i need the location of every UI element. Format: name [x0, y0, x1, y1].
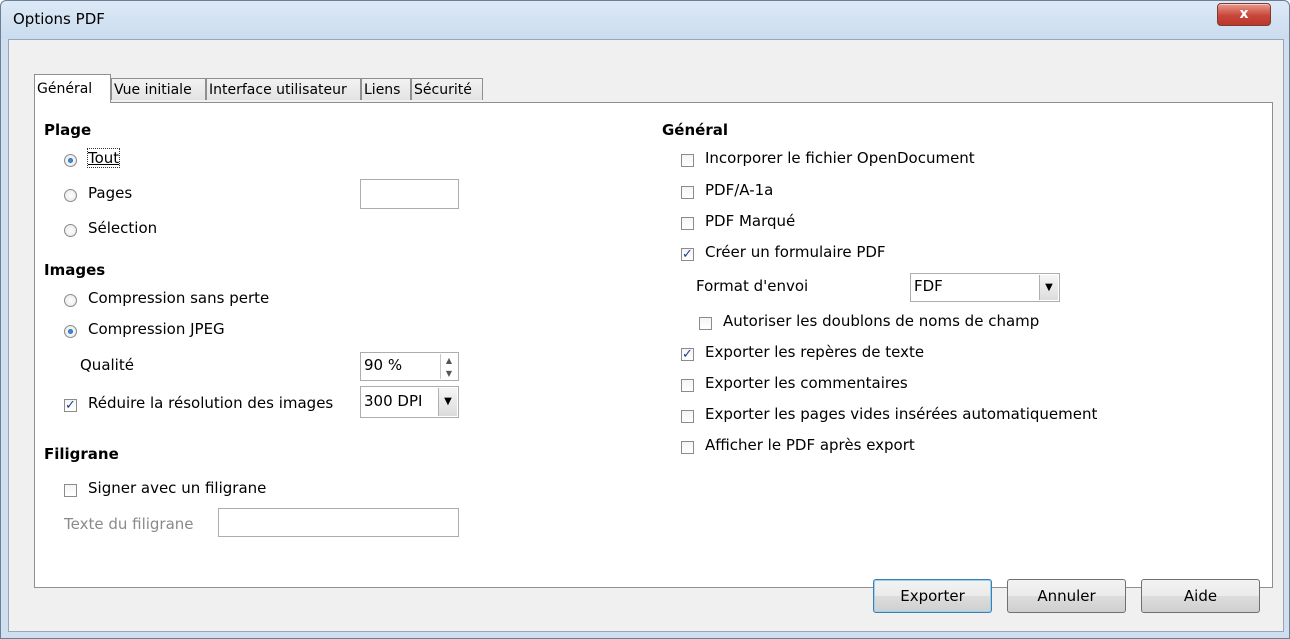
- create-pdf-form-checkbox[interactable]: ✓: [681, 248, 694, 261]
- dialog-title: Options PDF: [13, 10, 105, 28]
- allow-duplicate-names-checkbox[interactable]: [699, 317, 712, 330]
- quality-spin-buttons[interactable]: ▲ ▼: [440, 354, 457, 379]
- general-tab-panel: Plage Tout Pages Sélection Images Compre…: [34, 102, 1273, 588]
- export-bookmarks-checkbox[interactable]: ✓: [681, 348, 694, 361]
- export-comments-label[interactable]: Exporter les commentaires: [705, 374, 908, 392]
- allow-duplicate-names-label[interactable]: Autoriser les doublons de noms de champ: [723, 312, 1039, 330]
- embed-opendocument-checkbox[interactable]: [681, 154, 694, 167]
- tab-general-label: Général: [37, 81, 93, 97]
- dialog-body: Général Vue initiale Interface utilisate…: [8, 39, 1284, 632]
- lossless-compression-label[interactable]: Compression sans perte: [88, 289, 269, 307]
- close-button[interactable]: x: [1217, 3, 1271, 26]
- jpeg-compression-radio[interactable]: [64, 325, 77, 338]
- lossless-compression-radio[interactable]: [64, 294, 77, 307]
- help-button[interactable]: Aide: [1141, 579, 1260, 613]
- sign-watermark-checkbox[interactable]: [64, 484, 77, 497]
- tab-security-label: Sécurité: [414, 82, 472, 98]
- submit-format-value: FDF: [914, 277, 943, 295]
- tab-initial-view[interactable]: Vue initiale: [111, 78, 206, 100]
- export-button[interactable]: Exporter: [873, 579, 992, 613]
- pdfa-label[interactable]: PDF/A-1a: [705, 181, 773, 199]
- watermark-text-label: Texte du filigrane: [64, 515, 194, 533]
- range-selection-radio[interactable]: [64, 224, 77, 237]
- resolution-dropdown[interactable]: 300 DPI ▼: [360, 386, 459, 418]
- pdf-options-dialog: Options PDF x Général Vue initiale Inter…: [0, 0, 1290, 639]
- range-all-radio[interactable]: [64, 154, 77, 167]
- checkmark-icon: ✓: [682, 247, 693, 262]
- dropdown-arrow-icon[interactable]: ▼: [1039, 275, 1058, 300]
- tab-links-label: Liens: [364, 82, 401, 98]
- checkmark-icon: ✓: [682, 347, 693, 362]
- range-pages-radio[interactable]: [64, 189, 77, 202]
- reduce-resolution-label[interactable]: Réduire la résolution des images: [88, 394, 333, 412]
- tab-general[interactable]: Général: [34, 74, 111, 103]
- range-selection-label[interactable]: Sélection: [88, 219, 157, 237]
- tab-user-interface-label: Interface utilisateur: [209, 82, 347, 98]
- view-pdf-after-export-checkbox[interactable]: [681, 441, 694, 454]
- range-pages-input[interactable]: [360, 179, 459, 209]
- watermark-heading: Filigrane: [44, 445, 119, 463]
- pdfa-checkbox[interactable]: [681, 186, 694, 199]
- tab-links[interactable]: Liens: [361, 78, 411, 100]
- watermark-text-input[interactable]: [218, 508, 459, 537]
- title-bar[interactable]: Options PDF x: [1, 1, 1289, 39]
- range-heading: Plage: [44, 121, 92, 139]
- view-pdf-after-export-label[interactable]: Afficher le PDF après export: [705, 436, 915, 454]
- sign-watermark-label[interactable]: Signer avec un filigrane: [88, 479, 266, 497]
- range-pages-label[interactable]: Pages: [88, 184, 132, 202]
- submit-format-dropdown[interactable]: FDF ▼: [910, 273, 1060, 302]
- spin-up-icon[interactable]: ▲: [441, 354, 457, 367]
- export-bookmarks-label[interactable]: Exporter les repères de texte: [705, 343, 924, 361]
- spin-down-icon[interactable]: ▼: [441, 367, 457, 380]
- embed-opendocument-label[interactable]: Incorporer le fichier OpenDocument: [705, 149, 975, 167]
- export-comments-checkbox[interactable]: [681, 379, 694, 392]
- tab-initial-view-label: Vue initiale: [114, 82, 192, 98]
- dropdown-arrow-icon[interactable]: ▼: [438, 388, 457, 416]
- export-empty-pages-checkbox[interactable]: [681, 410, 694, 423]
- quality-label: Qualité: [80, 356, 134, 374]
- create-pdf-form-label[interactable]: Créer un formulaire PDF: [705, 243, 886, 261]
- jpeg-compression-label[interactable]: Compression JPEG: [88, 320, 225, 338]
- quality-spinbox[interactable]: 90 % ▲ ▼: [360, 352, 459, 381]
- cancel-button[interactable]: Annuler: [1007, 579, 1126, 613]
- submit-format-label: Format d'envoi: [696, 277, 809, 295]
- general-heading: Général: [662, 121, 728, 139]
- tagged-pdf-label[interactable]: PDF Marqué: [705, 212, 795, 230]
- quality-value: 90 %: [364, 356, 403, 374]
- range-all-label[interactable]: Tout: [86, 148, 121, 168]
- tab-user-interface[interactable]: Interface utilisateur: [206, 78, 361, 100]
- tab-security[interactable]: Sécurité: [411, 78, 483, 100]
- close-icon: x: [1239, 6, 1249, 22]
- images-heading: Images: [44, 261, 106, 279]
- resolution-value: 300 DPI: [364, 392, 423, 410]
- reduce-resolution-checkbox[interactable]: ✓: [64, 399, 77, 412]
- checkmark-icon: ✓: [65, 398, 76, 413]
- export-empty-pages-label[interactable]: Exporter les pages vides insérées automa…: [705, 405, 1097, 423]
- tagged-pdf-checkbox[interactable]: [681, 217, 694, 230]
